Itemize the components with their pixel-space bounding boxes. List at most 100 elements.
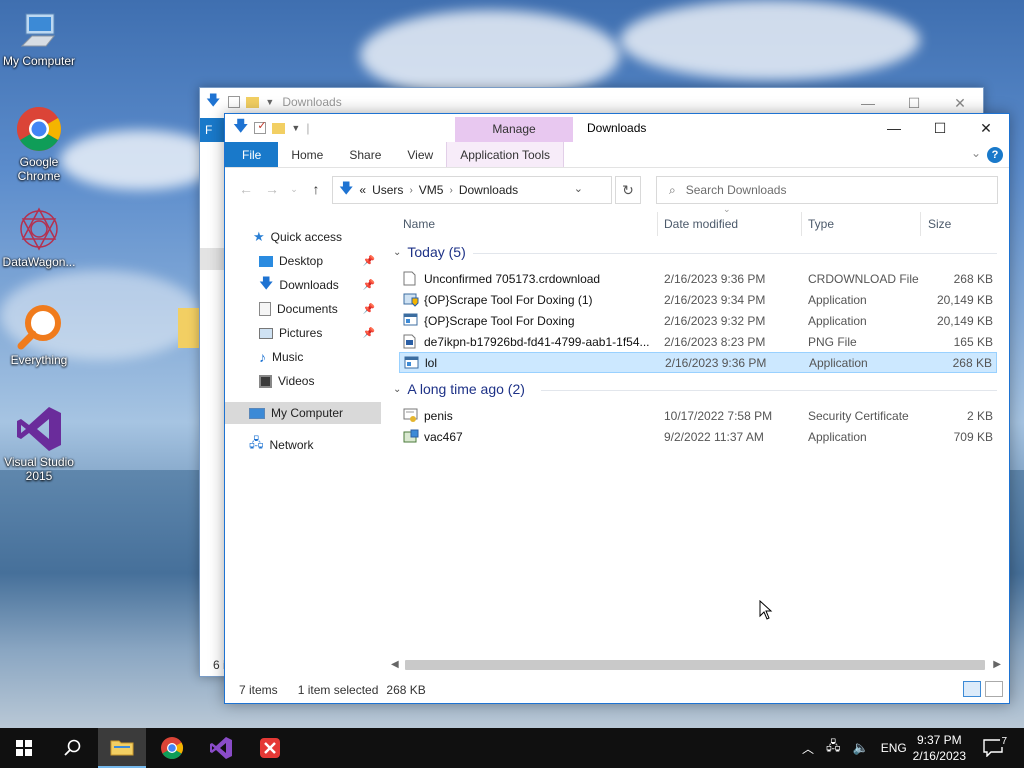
close-button[interactable]: ✕: [963, 114, 1009, 142]
file-tab[interactable]: F: [200, 118, 224, 142]
minimize-button[interactable]: —: [871, 114, 917, 142]
search-input[interactable]: ⌕ Search Downloads: [656, 176, 998, 204]
breadcrumb-downloads[interactable]: Downloads: [459, 183, 518, 197]
sidebar-item-documents[interactable]: Documents 📌: [225, 298, 381, 320]
desktop-icon-datawagon[interactable]: DataWagon...: [0, 205, 78, 269]
group-header-today[interactable]: ⌄ Today (5): [393, 244, 997, 260]
column-divider[interactable]: [801, 212, 802, 236]
flower-icon: [20, 207, 58, 251]
column-header-name[interactable]: Name: [403, 210, 435, 238]
file-row-selected[interactable]: lol 2/16/2023 9:36 PM Application 268 KB: [399, 352, 997, 373]
search-button[interactable]: [48, 728, 96, 768]
recent-locations-button[interactable]: ⌄: [289, 184, 299, 195]
file-list: Name ⌄ Date modified Type Size ⌄ Today (…: [387, 204, 1009, 675]
taskbar-visual-studio[interactable]: [197, 728, 245, 768]
tab-share[interactable]: Share: [336, 142, 394, 167]
network-icon[interactable]: 🖧: [826, 737, 841, 759]
file-row[interactable]: {OP}Scrape Tool For Doxing (1) 2/16/2023…: [399, 289, 997, 310]
customize-toolbar-icon[interactable]: ▼: [291, 123, 300, 133]
chrome-icon: [17, 107, 61, 151]
expand-ribbon-icon[interactable]: ⌄: [971, 146, 981, 160]
system-tray: ︿ 🖧 🔈 ENG: [802, 728, 907, 768]
taskbar-error-app[interactable]: [246, 728, 294, 768]
scrollbar-thumb[interactable]: [405, 660, 985, 670]
tab-home[interactable]: Home: [278, 142, 336, 167]
file-row[interactable]: penis 10/17/2022 7:58 PM Security Certif…: [399, 405, 997, 426]
chevron-right-icon[interactable]: ›: [409, 185, 412, 196]
column-header-size[interactable]: Size: [928, 210, 951, 238]
back-button[interactable]: ←: [237, 181, 255, 197]
navigation-pane: ★ Quick access Desktop 📌 🡇 Downloads 📌 D…: [225, 210, 385, 675]
file-row[interactable]: de7ikpn-b17926bd-fd41-4799-aab1-1f54... …: [399, 331, 997, 352]
address-bar[interactable]: 🡇 « Users › VM5 › Downloads ⌄: [332, 176, 612, 204]
clock[interactable]: 9:37 PM 2/16/2023: [913, 732, 966, 764]
up-button[interactable]: ↑: [307, 181, 325, 197]
scroll-right-icon[interactable]: ▶: [993, 657, 1001, 673]
file-type: Application: [808, 292, 867, 307]
tab-file[interactable]: File: [225, 142, 279, 167]
pin-icon[interactable]: 📌: [363, 280, 375, 291]
file-row[interactable]: vac467 9/2/2022 11:37 AM Application 709…: [399, 426, 997, 447]
desktop-icon-visual-studio[interactable]: Visual Studio 2015: [0, 405, 78, 483]
minimize-button[interactable]: —: [845, 92, 891, 114]
refresh-button[interactable]: ↻: [615, 176, 641, 204]
taskbar-chrome[interactable]: [148, 728, 196, 768]
desktop-icon-everything[interactable]: Everything: [0, 303, 78, 367]
large-icons-view-icon[interactable]: [985, 681, 1003, 697]
tab-view[interactable]: View: [394, 142, 446, 167]
column-header-date-modified[interactable]: Date modified: [664, 210, 738, 238]
file-name: de7ikpn-b17926bd-fd41-4799-aab1-1f54...: [424, 334, 650, 349]
pin-icon[interactable]: 📌: [363, 304, 375, 315]
column-header-type[interactable]: Type: [808, 210, 834, 238]
file-name: vac467: [424, 429, 463, 444]
breadcrumb-users[interactable]: Users: [372, 183, 403, 197]
details-view-icon[interactable]: [963, 681, 981, 697]
maximize-button[interactable]: ☐: [917, 114, 963, 142]
desktop-icon-chrome[interactable]: Google Chrome: [0, 105, 78, 183]
group-header-long-time-ago[interactable]: ⌄ A long time ago (2): [393, 381, 997, 397]
download-arrow-icon[interactable]: 🡇: [233, 116, 248, 141]
help-icon[interactable]: ?: [987, 147, 1003, 163]
sidebar-item-quick-access[interactable]: ★ Quick access: [225, 226, 381, 248]
scroll-left-icon[interactable]: ◀: [391, 657, 399, 673]
close-button[interactable]: ✕: [937, 92, 983, 114]
tab-application-tools[interactable]: Application Tools: [446, 142, 565, 167]
computer-icon: [249, 407, 265, 419]
action-center-button[interactable]: 7: [970, 728, 1016, 768]
new-folder-icon[interactable]: [272, 122, 286, 134]
file-date: 2/16/2023 8:23 PM: [664, 334, 766, 349]
desktop-icon-my-computer[interactable]: My Computer: [0, 12, 78, 68]
show-hidden-icons-chevron[interactable]: ︿: [802, 740, 814, 757]
application-shield-icon: [403, 293, 419, 307]
column-divider[interactable]: [920, 212, 921, 236]
blank-file-icon: [403, 271, 416, 286]
sidebar-item-downloads[interactable]: 🡇 Downloads 📌: [225, 274, 381, 296]
explorer-window[interactable]: 🡇 ✓ ▼ | Manage Downloads — ☐ ✕ File Home…: [224, 113, 1010, 704]
maximize-button[interactable]: ☐: [891, 92, 937, 114]
sidebar-item-videos[interactable]: Videos: [225, 370, 381, 392]
forward-button[interactable]: →: [263, 181, 281, 197]
sidebar-item-desktop[interactable]: Desktop 📌: [225, 250, 381, 272]
volume-icon[interactable]: 🔈: [853, 740, 869, 756]
chevron-right-icon[interactable]: ›: [449, 185, 452, 196]
address-dropdown-icon[interactable]: ⌄: [574, 182, 583, 195]
file-size: 20,149 KB: [936, 292, 993, 307]
start-button[interactable]: [0, 728, 48, 768]
address-overflow[interactable]: «: [359, 183, 366, 197]
file-row[interactable]: Unconfirmed 705173.crdownload 2/16/2023 …: [399, 268, 997, 289]
pin-icon[interactable]: 📌: [363, 256, 375, 267]
sidebar-item-network[interactable]: 🖧 Network: [225, 434, 381, 456]
properties-icon[interactable]: ✓: [254, 120, 267, 134]
language-indicator[interactable]: ENG: [881, 741, 907, 755]
pin-icon[interactable]: 📌: [363, 328, 375, 339]
file-row[interactable]: {OP}Scrape Tool For Doxing 2/16/2023 9:3…: [399, 310, 997, 331]
sidebar-item-my-computer[interactable]: My Computer: [225, 402, 381, 424]
horizontal-scrollbar[interactable]: ◀ ▶: [387, 657, 1003, 673]
taskbar-file-explorer[interactable]: [98, 728, 146, 768]
manage-tab[interactable]: Manage: [455, 117, 573, 142]
quick-access-toolbar: 🡇 ✓ ▼ |: [233, 116, 309, 141]
sidebar-item-pictures[interactable]: Pictures 📌: [225, 322, 381, 344]
column-divider[interactable]: [657, 212, 658, 236]
sidebar-item-music[interactable]: ♪ Music: [225, 346, 381, 368]
breadcrumb-vm5[interactable]: VM5: [419, 183, 444, 197]
